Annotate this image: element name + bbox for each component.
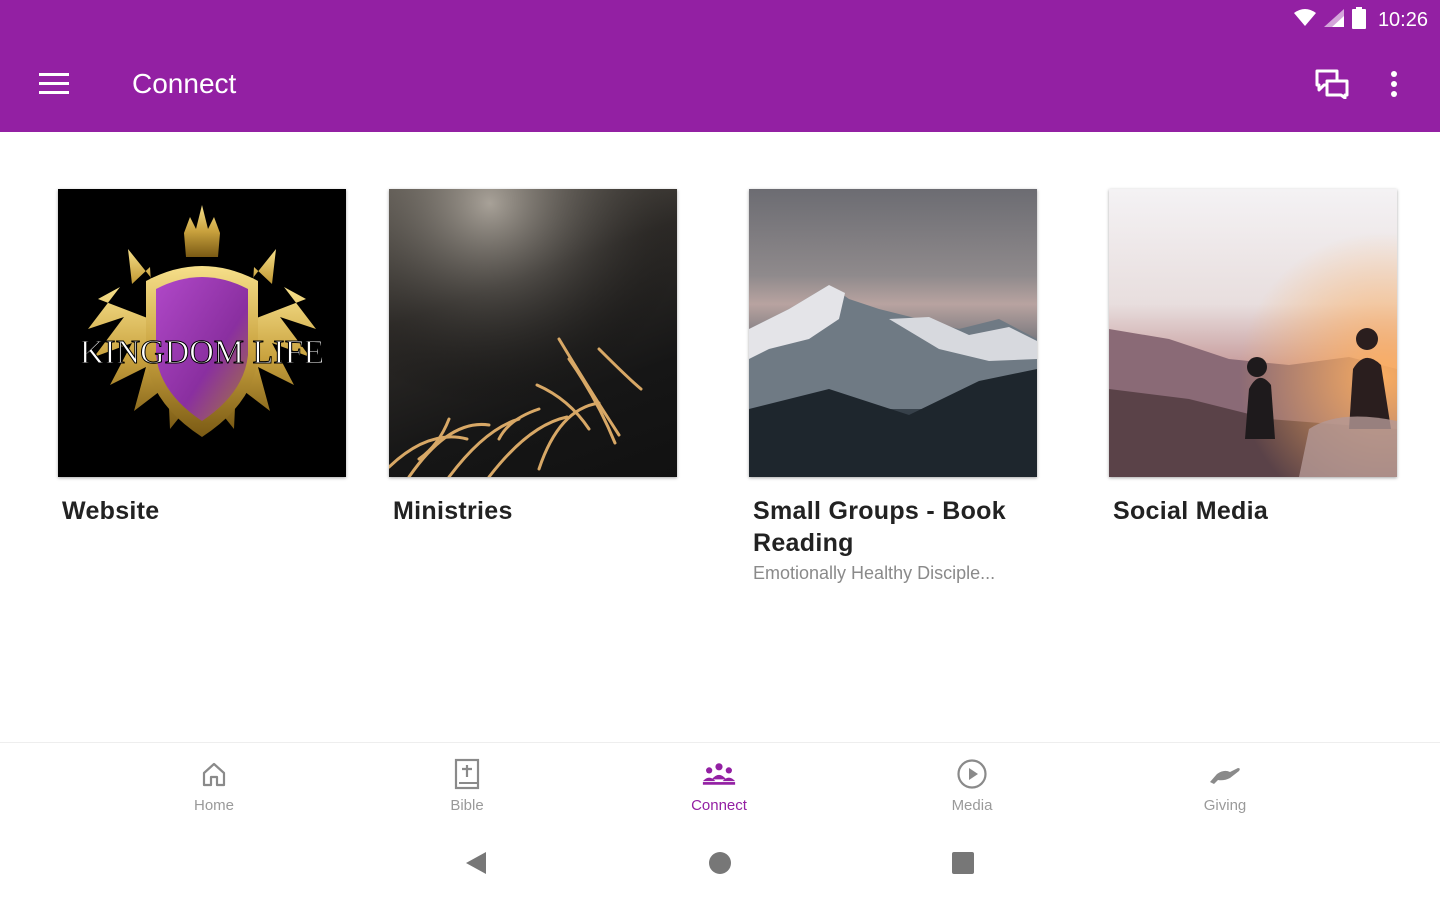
- signal-icon: [1323, 8, 1344, 32]
- chat-button[interactable]: [1306, 62, 1358, 110]
- battery-icon: [1351, 6, 1366, 34]
- card-subtitle: Emotionally Healthy Disciple...: [753, 563, 996, 583]
- nav-label: Connect: [691, 797, 747, 814]
- card-small-groups[interactable]: Small Groups - Book Reading Emotionally …: [749, 189, 1037, 584]
- nav-label: Giving: [1203, 797, 1247, 814]
- nav-item-giving[interactable]: Giving: [1165, 757, 1285, 825]
- play-circle-icon: [955, 757, 989, 791]
- card-title: Small Groups - Book Reading: [753, 497, 1006, 557]
- nav-label: Home: [193, 797, 234, 814]
- nav-item-connect[interactable]: Connect: [659, 757, 779, 825]
- more-vert-icon: [1391, 70, 1397, 102]
- card-ministries[interactable]: Ministries: [389, 189, 677, 527]
- system-navigation-bar: [0, 830, 1440, 900]
- recents-icon: [951, 851, 975, 880]
- card-image-light-grass: [389, 189, 677, 477]
- menu-button[interactable]: [26, 62, 82, 110]
- card-title: Social Media: [1113, 497, 1269, 525]
- home-icon: [197, 757, 231, 791]
- more-options-button[interactable]: [1372, 62, 1416, 110]
- page-title: Connect: [132, 68, 237, 99]
- card-title: Website: [62, 497, 160, 525]
- card-website[interactable]: KINGDOM LIFE Website: [58, 189, 346, 527]
- status-time: 10:26: [1377, 8, 1428, 31]
- card-image-mountains: [749, 189, 1037, 477]
- system-back-button[interactable]: [456, 848, 496, 882]
- sunset-image: [1109, 189, 1397, 477]
- menu-icon: [39, 72, 69, 100]
- logo-text: KINGDOM LIFE: [80, 334, 325, 371]
- nav-label: Bible: [450, 797, 484, 814]
- bible-icon: [450, 757, 484, 791]
- card-social-media[interactable]: Social Media: [1109, 189, 1397, 527]
- nav-item-media[interactable]: Media: [912, 757, 1032, 825]
- card-image-sunset-people: [1109, 189, 1397, 477]
- giving-hand-icon: [1208, 757, 1242, 791]
- people-icon: [702, 757, 736, 791]
- system-recents-button[interactable]: [943, 848, 983, 882]
- nav-item-home[interactable]: Home: [154, 757, 274, 825]
- status-icons: 10:26: [1293, 6, 1428, 34]
- app-bar: Connect: [0, 40, 1440, 132]
- system-home-button[interactable]: [700, 848, 740, 882]
- nav-label: Media: [951, 797, 993, 814]
- card-image-kingdom-life-logo: KINGDOM LIFE: [58, 189, 346, 477]
- wifi-icon: [1293, 8, 1316, 32]
- bottom-navigation: Home Bible Connect Media Giving: [0, 742, 1440, 830]
- chat-icon: [1315, 69, 1349, 104]
- grass-image: [389, 189, 677, 477]
- home-circle-icon: [708, 851, 732, 880]
- back-icon: [464, 851, 488, 880]
- kingdom-life-logo: KINGDOM LIFE: [79, 205, 325, 437]
- card-title: Ministries: [393, 497, 513, 525]
- nav-item-bible[interactable]: Bible: [407, 757, 527, 825]
- mountain-image: [749, 285, 1037, 477]
- status-bar: 10:26: [0, 0, 1440, 40]
